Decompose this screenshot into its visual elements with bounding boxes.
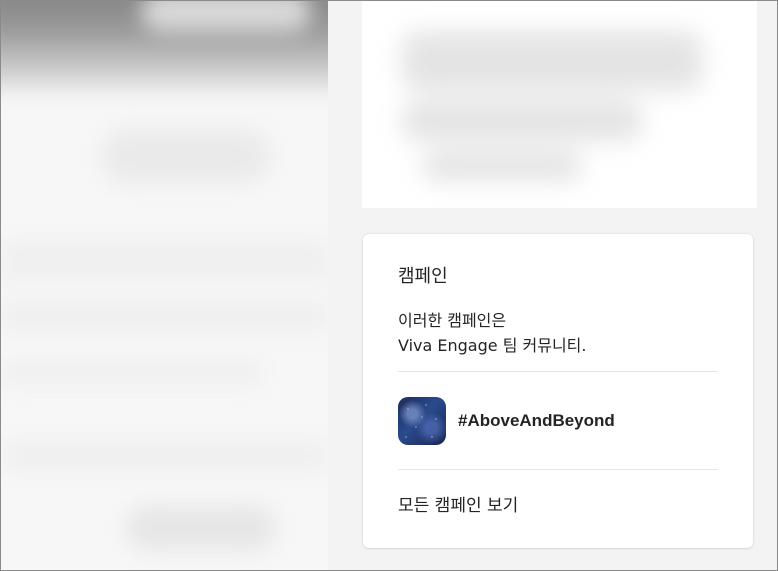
campaign-name: #AboveAndBeyond	[458, 411, 615, 430]
starry-sky-thumbnail-icon	[398, 397, 446, 445]
campaigns-description: 이러한 캠페인은 Viva Engage 팀 커뮤니티.	[398, 308, 718, 358]
campaign-item-above-and-beyond[interactable]: #AboveAndBeyond	[398, 396, 718, 446]
campaigns-title: 캠페인	[398, 266, 448, 287]
divider	[398, 371, 718, 372]
blurred-left-panel	[1, 1, 328, 570]
description-line-2: Viva Engage 팀 커뮤니티.	[398, 336, 587, 355]
description-line-1: 이러한 캠페인은	[398, 311, 507, 330]
campaigns-card: 캠페인 이러한 캠페인은 Viva Engage 팀 커뮤니티. #AboveA…	[363, 234, 753, 548]
view-all-campaigns-link[interactable]: 모든 캠페인 보기	[398, 491, 518, 516]
blurred-top-card	[362, 1, 757, 208]
divider	[398, 469, 718, 470]
